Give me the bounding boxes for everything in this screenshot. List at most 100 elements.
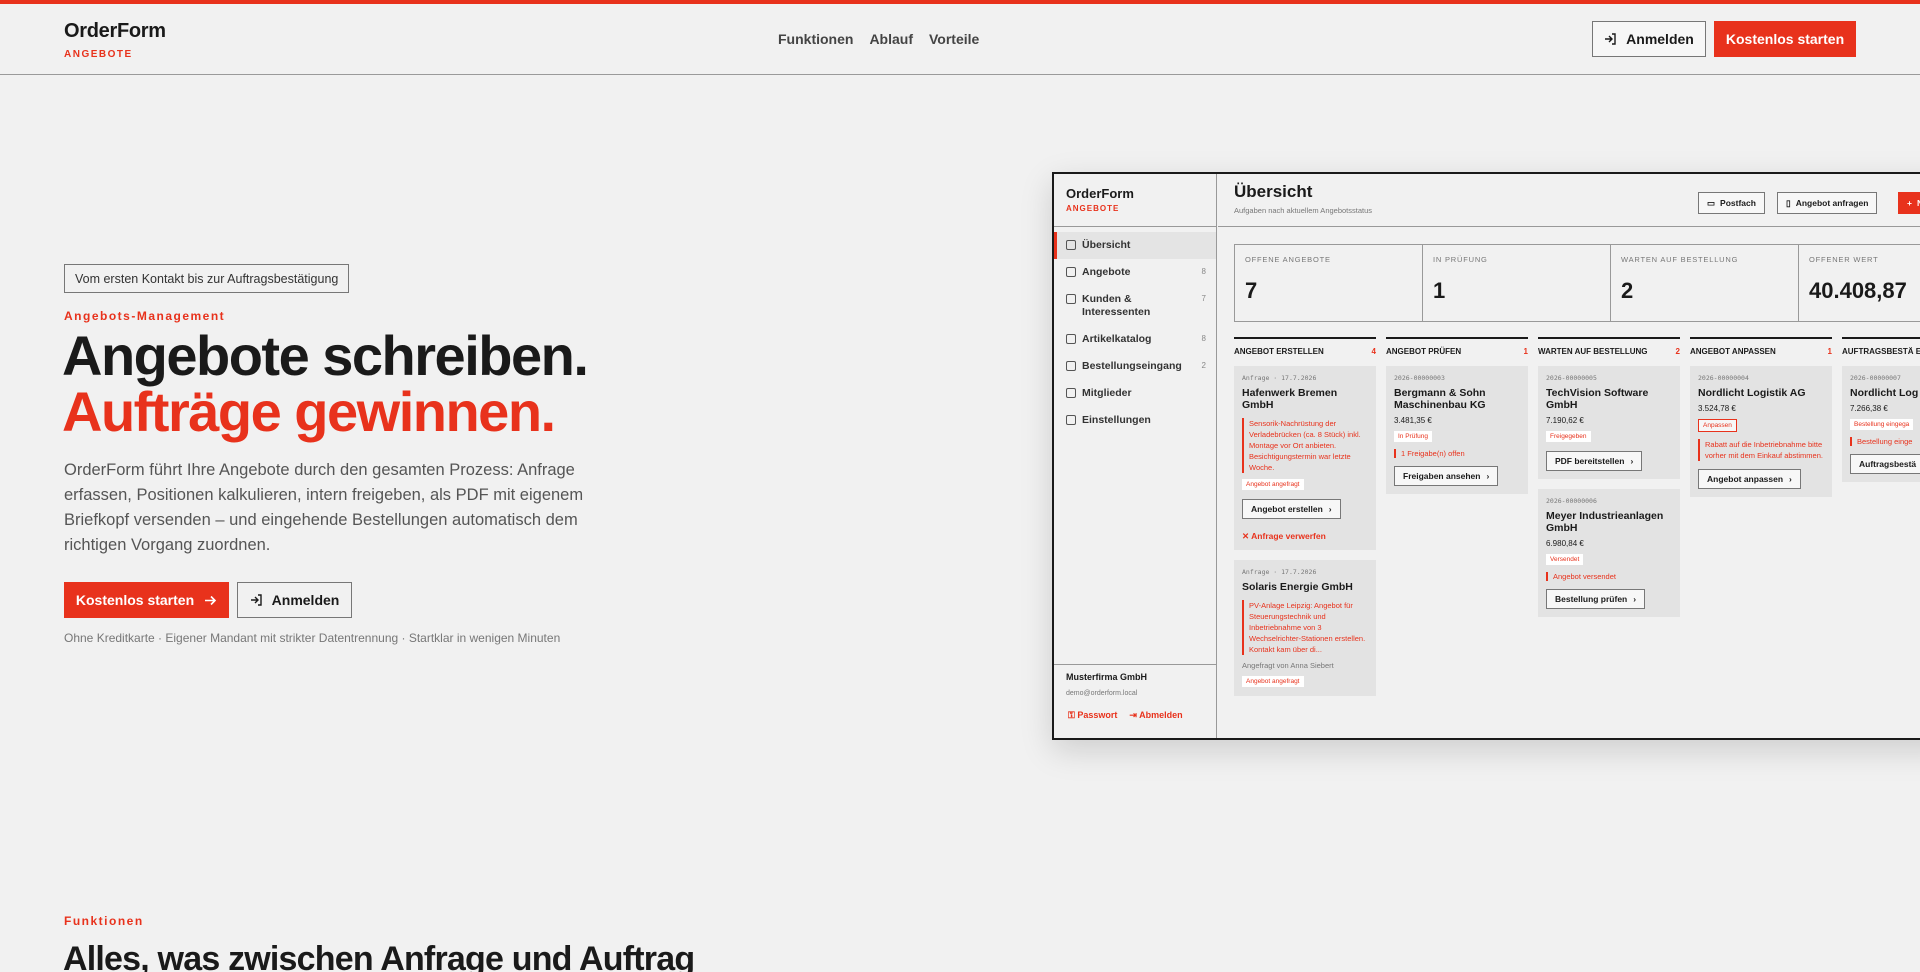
app-sidebar: OrderForm ANGEBOTE Übersicht Angebote 8 K…	[1054, 174, 1217, 738]
task-card-bergmann[interactable]: 2026-00000003 Bergmann & Sohn Maschinenb…	[1386, 366, 1528, 494]
task-card-meyer[interactable]: 2026-00000006 Meyer Industrieanlagen Gmb…	[1538, 489, 1680, 617]
provide-pdf-button[interactable]: PDF bereitstellen ›	[1546, 451, 1643, 471]
task-card-nordlicht[interactable]: 2026-00000004 Nordlicht Logistik AG 3.52…	[1690, 366, 1832, 497]
stats-row: OFFENE ANGEBOTE 7 IN PRÜFUNG 1 WARTEN AUF …	[1234, 244, 1920, 322]
adjust-offer-button[interactable]: Angebot anpassen ›	[1698, 469, 1801, 489]
arrow-right-icon	[205, 595, 217, 605]
stat-label: OFFENER WERT	[1809, 255, 1879, 264]
task-card-solaris[interactable]: Anfrage · 17.7.2026 Solaris Energie GmbH…	[1234, 560, 1376, 696]
column-count: 4	[1371, 347, 1376, 356]
company-name: Musterfirma GmbH	[1066, 672, 1148, 682]
app-preview: OrderForm ANGEBOTE Übersicht Angebote 8 K…	[1052, 172, 1920, 740]
hero-badge: Vom ersten Kontakt bis zur Auftragsbestä…	[64, 264, 350, 293]
stat-in-review: IN PRÜFUNG 1	[1423, 245, 1611, 321]
card-action-label: Auftragsbestä	[1859, 459, 1917, 469]
card-action-label: Angebot anpassen	[1707, 474, 1784, 484]
hero-login-label: Anmelden	[271, 592, 340, 608]
status-badge: In Prüfung	[1394, 431, 1432, 442]
card-action-label: Angebot erstellen	[1251, 504, 1323, 514]
sidebar-item-label: Bestellungseingang	[1082, 360, 1182, 372]
card-status-line: Angebot versendet	[1546, 572, 1672, 581]
app-page-title: Übersicht	[1234, 182, 1313, 201]
check-order-button[interactable]: Bestellung prüfen ›	[1546, 589, 1646, 609]
card-amount: 7.190,62 €	[1546, 416, 1584, 425]
logout-link[interactable]: ⇥ Abmelden	[1129, 710, 1182, 721]
request-offer-button[interactable]: ▯ Angebot anfragen	[1777, 192, 1878, 214]
card-action-label: PDF bereitstellen	[1555, 456, 1625, 466]
column-angebot-anpassen: ANGEBOT ANPASSEN 1 2026-00000004 Nordlich…	[1690, 337, 1832, 497]
divider	[1218, 226, 1920, 227]
card-note: Rabatt auf die Inbetriebnahme bitte vorh…	[1698, 439, 1824, 461]
stat-open-offers: OFFENE ANGEBOTE 7	[1235, 245, 1423, 321]
status-badge: Angebot angefragt	[1242, 676, 1304, 687]
column-title: WARTEN AUF BESTELLUNG	[1538, 347, 1648, 356]
chevron-right-icon: ›	[1486, 471, 1490, 481]
stat-value: 1	[1433, 278, 1446, 303]
task-card-hafenwerk[interactable]: Anfrage · 17.7.2026 Hafenwerk Bremen Gmb…	[1234, 366, 1376, 550]
sidebar-item-artikelkatalog[interactable]: Artikelkatalog 8	[1054, 326, 1216, 353]
card-status-line: 1 Freigabe(n) offen	[1394, 449, 1520, 458]
sidebar-item-label: Angebote	[1082, 266, 1131, 278]
card-meta: 2026-00000003	[1394, 374, 1445, 382]
users-icon	[1066, 294, 1076, 304]
column-count: 2	[1675, 347, 1680, 356]
brand-logo[interactable]: OrderForm ANGEBOTE	[64, 20, 166, 60]
status-badge: Anpassen	[1698, 419, 1737, 432]
nav-ablauf[interactable]: Ablauf	[869, 31, 913, 47]
card-amount: 3.481,35 €	[1394, 416, 1432, 425]
column-title: AUFTRAGSBESTÄ ERZEUGEN	[1842, 347, 1920, 356]
sidebar-item-count: 8	[1201, 267, 1206, 276]
card-requester: Angefragt von Anna Siebert	[1242, 661, 1334, 670]
column-title: ANGEBOT PRÜFEN	[1386, 347, 1462, 356]
view-approvals-button[interactable]: Freigaben ansehen ›	[1394, 466, 1499, 486]
sidebar-item-bestellungseingang[interactable]: Bestellungseingang 2	[1054, 353, 1216, 380]
nav-funktionen[interactable]: Funktionen	[778, 31, 853, 47]
new-offer-button[interactable]: +Ne	[1898, 192, 1920, 214]
create-offer-button[interactable]: Angebot erstellen ›	[1242, 499, 1341, 519]
card-customer: Solaris Energie GmbH	[1242, 581, 1353, 593]
app-brand-name: OrderForm	[1066, 186, 1134, 201]
create-confirmation-button[interactable]: Auftragsbestä	[1850, 454, 1920, 474]
card-customer: Nordlicht Log	[1850, 387, 1919, 399]
sidebar-item-angebote[interactable]: Angebote 8	[1054, 259, 1216, 286]
hero-login-button[interactable]: Anmelden	[237, 582, 352, 618]
divider	[1054, 664, 1217, 665]
card-meta: 2026-00000006	[1546, 497, 1597, 505]
nav-vorteile[interactable]: Vorteile	[929, 31, 979, 47]
sidebar-item-label: Übersicht	[1082, 239, 1131, 251]
card-customer: Bergmann & Sohn Maschinenbau KG	[1394, 387, 1486, 411]
inbox-button-label: Postfach	[1720, 198, 1756, 208]
sidebar-item-kunden[interactable]: Kunden & Interessenten 7	[1054, 286, 1216, 326]
hero-start-button[interactable]: Kostenlos starten	[64, 582, 229, 618]
key-icon: ⚿	[1068, 710, 1078, 720]
header-login-button[interactable]: Anmelden	[1592, 21, 1706, 57]
request-offer-label: Angebot anfragen	[1795, 198, 1869, 208]
card-customer: Nordlicht Logistik AG	[1698, 387, 1806, 399]
header-start-button[interactable]: Kostenlos starten	[1714, 21, 1856, 57]
card-note: Sensorik-Nachrüstung der Verladebrücken …	[1242, 418, 1368, 473]
sidebar-item-label: Artikelkatalog	[1082, 333, 1152, 345]
sidebar-item-einstellungen[interactable]: Einstellungen	[1054, 407, 1216, 434]
column-header: ANGEBOT ANPASSEN 1	[1690, 337, 1832, 356]
account-links: ⚿ Passwort ⇥ Abmelden	[1068, 710, 1183, 721]
column-header: WARTEN AUF BESTELLUNG 2	[1538, 337, 1680, 356]
gear-icon	[1066, 415, 1076, 425]
column-angebot-erstellen: ANGEBOT ERSTELLEN 4 Anfrage · 17.7.2026 H…	[1234, 337, 1376, 696]
discard-request-link[interactable]: ✕ Anfrage verwerfen	[1242, 531, 1368, 542]
inbox-button[interactable]: ▭ Postfach	[1698, 192, 1765, 214]
login-icon	[250, 594, 262, 606]
task-card-nordlicht-order[interactable]: 2026-00000007 Nordlicht Log 7.266,38 € B…	[1842, 366, 1920, 482]
password-link[interactable]: ⚿ Passwort	[1068, 710, 1117, 721]
sidebar-item-mitglieder[interactable]: Mitglieder	[1054, 380, 1216, 407]
main-nav: Funktionen Ablauf Vorteile	[778, 31, 979, 47]
sidebar-item-uebersicht[interactable]: Übersicht	[1054, 232, 1216, 259]
hero-title-line1: Angebote schreiben.	[62, 324, 589, 387]
discard-request-label: Anfrage verwerfen	[1251, 531, 1326, 541]
status-badge: Freigegeben	[1546, 431, 1591, 442]
column-title: ANGEBOT ANPASSEN	[1690, 347, 1776, 356]
column-title: ANGEBOT ERSTELLEN	[1234, 347, 1324, 356]
column-header: AUFTRAGSBESTÄ ERZEUGEN	[1842, 337, 1920, 356]
task-card-techvision[interactable]: 2026-00000005 TechVision Software GmbH 7…	[1538, 366, 1680, 479]
login-icon	[1605, 33, 1616, 45]
chevron-right-icon: ›	[1630, 456, 1634, 466]
